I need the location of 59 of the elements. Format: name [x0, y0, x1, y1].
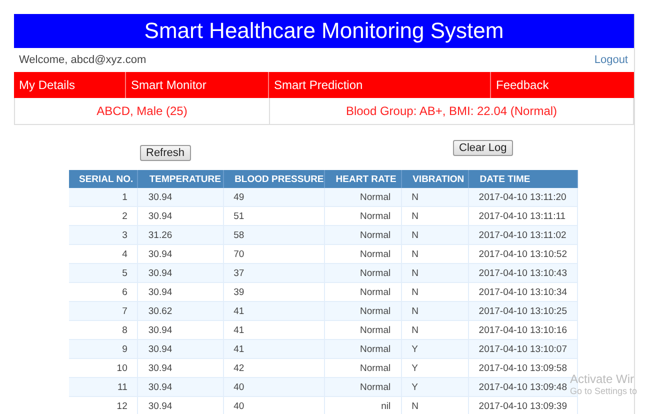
nav-item[interactable]: Feedback: [490, 72, 634, 98]
table-cell: 2017-04-10 13:11:20: [468, 188, 578, 206]
table-cell: 31.26: [138, 226, 224, 244]
nav-item[interactable]: Smart Monitor: [125, 72, 268, 98]
table-cell: 2017-04-10 13:10:25: [468, 302, 578, 320]
table-cell: 2017-04-10 13:11:02: [468, 226, 578, 244]
refresh-button[interactable]: Refresh: [140, 145, 191, 161]
clear-log-button[interactable]: Clear Log: [453, 140, 513, 156]
nav-item[interactable]: Smart Prediction: [268, 72, 490, 98]
table-cell: 30.94: [138, 396, 224, 414]
table-cell: N: [401, 396, 468, 414]
table-cell: Normal: [324, 302, 402, 320]
table-cell: Y: [401, 378, 468, 396]
table-cell: N: [401, 302, 468, 320]
table-cell: 49: [223, 188, 324, 206]
table-cell: nil: [324, 396, 402, 414]
column-header: DATE TIME: [468, 170, 578, 188]
table-cell: 30.94: [138, 264, 224, 282]
table-cell: 2017-04-10 13:10:43: [468, 264, 578, 282]
table-cell: Y: [401, 340, 468, 358]
table-cell: 58: [223, 226, 324, 244]
table-cell: N: [401, 226, 468, 244]
table-cell: Normal: [324, 264, 402, 282]
table-cell: 1: [69, 188, 138, 206]
logout-link[interactable]: Logout: [594, 54, 628, 66]
table-cell: 2017-04-10 13:09:39: [468, 396, 578, 414]
table-cell: 30.94: [138, 340, 224, 358]
welcome-text: Welcome, abcd@xyz.com: [19, 54, 146, 66]
info-cell-text: ABCD, Male (25): [96, 103, 188, 120]
table-cell: 2017-04-10 13:10:07: [468, 340, 578, 358]
table-cell: 12: [69, 396, 138, 414]
table-cell: 3: [69, 226, 138, 244]
table-cell: 37: [223, 264, 324, 282]
activation-subtitle: Go to Settings to: [570, 386, 638, 396]
page-header: Smart Healthcare Monitoring System: [14, 14, 634, 48]
column-header: VIBRATION: [401, 170, 468, 188]
table-cell: 7: [69, 302, 138, 320]
table-cell: N: [401, 188, 468, 206]
table-cell: 40: [223, 396, 324, 414]
column-header: BLOOD PRESSURE: [223, 170, 324, 188]
table-cell: 41: [223, 302, 324, 320]
table-cell: Normal: [324, 378, 402, 396]
table-cell: 30.62: [138, 302, 224, 320]
table-cell: 5: [69, 264, 138, 282]
table-cell: 11: [69, 378, 138, 396]
table-cell: 9: [69, 340, 138, 358]
table-cell: 30.94: [138, 378, 224, 396]
column-header: TEMPERATURE: [138, 170, 224, 188]
table-cell: 41: [223, 340, 324, 358]
table-cell: 30.94: [138, 188, 224, 206]
table-cell: Normal: [324, 226, 402, 244]
table-cell: N: [401, 264, 468, 282]
info-cell: Blood Group: AB+, BMI: 22.04 (Normal): [269, 98, 633, 124]
table-cell: Normal: [324, 188, 402, 206]
table-cell: 40: [223, 378, 324, 396]
table-cell: Normal: [324, 340, 402, 358]
column-header: SERIAL NO.: [69, 170, 138, 188]
nav-item[interactable]: My Details: [14, 72, 125, 98]
column-header: HEART RATE: [324, 170, 402, 188]
